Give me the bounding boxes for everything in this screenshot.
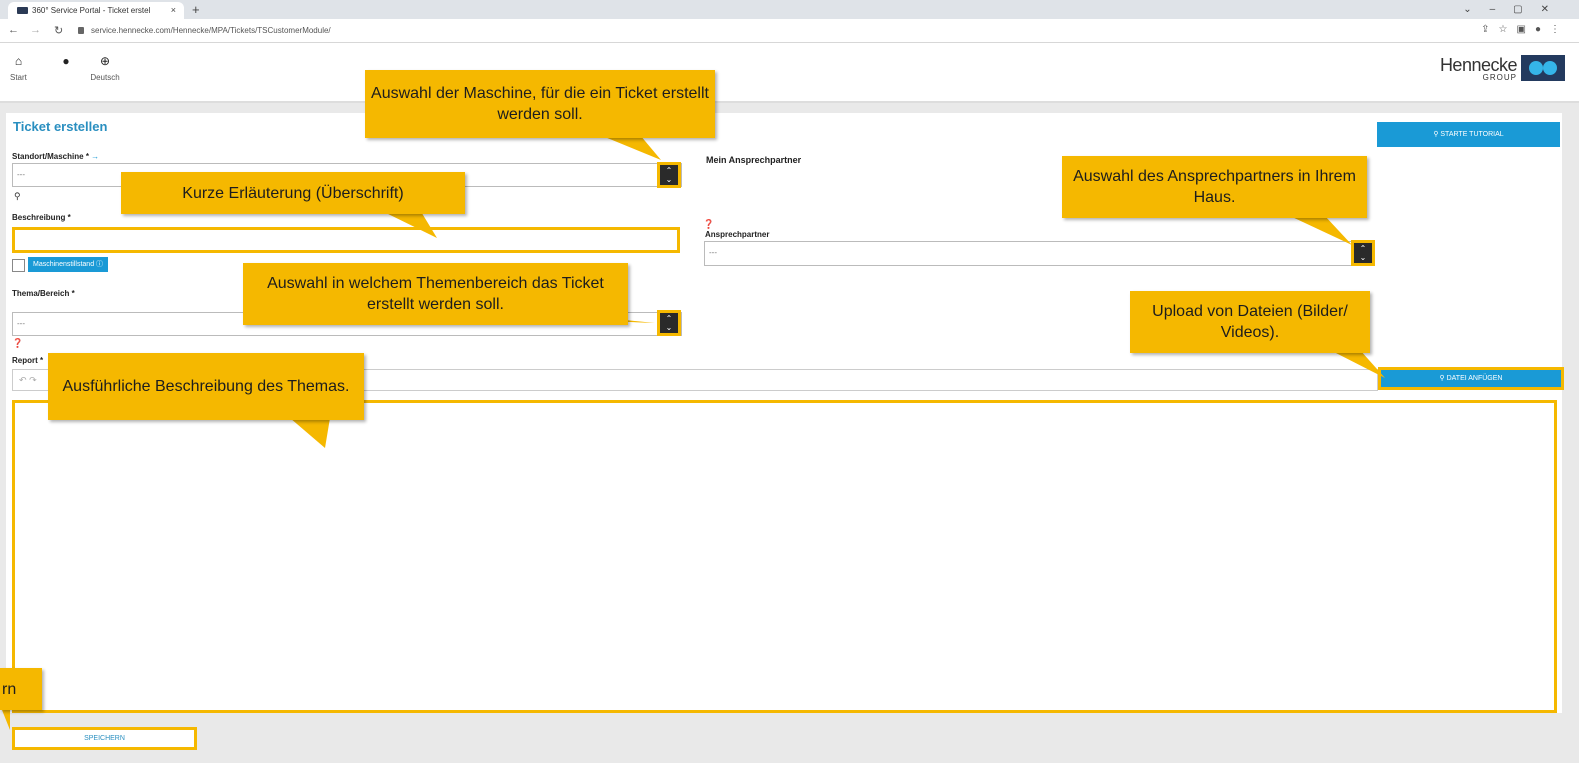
- callout-maschine: Auswahl der Maschine, für die ein Ticket…: [365, 70, 715, 138]
- callout-report: Ausführliche Beschreibung des Themas.: [48, 353, 364, 420]
- callout-thema: Auswahl in welchem Themenbereich das Tic…: [243, 263, 628, 325]
- callout-ansprechpartner: Auswahl des Ansprechpartners in Ihrem Ha…: [1062, 156, 1367, 218]
- callout-ueberschrift: Kurze Erläuterung (Überschrift): [121, 172, 465, 214]
- callout-speichern: rn: [0, 668, 42, 710]
- callout-upload: Upload von Dateien (Bilder/ Videos).: [1130, 291, 1370, 353]
